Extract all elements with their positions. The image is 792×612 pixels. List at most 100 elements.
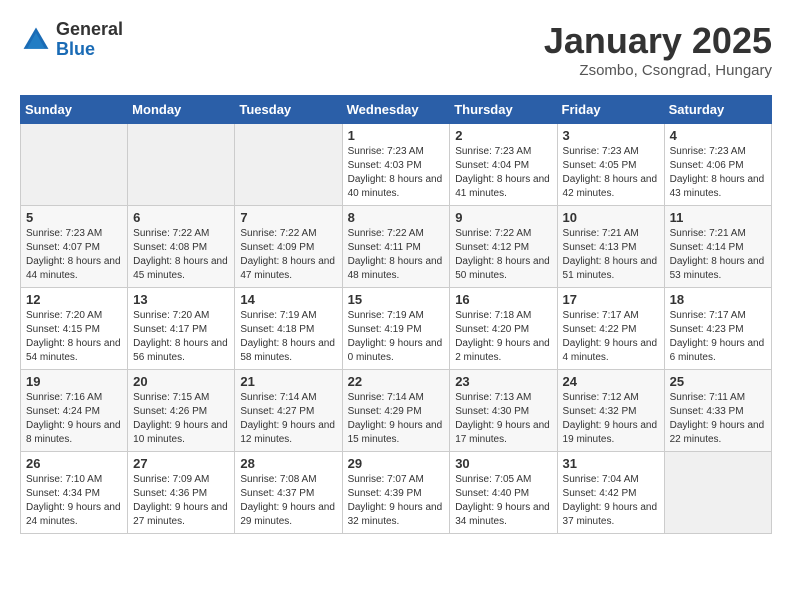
day-number: 31	[563, 456, 659, 471]
calendar-cell: 28 Sunrise: 7:08 AM Sunset: 4:37 PM Dayli…	[235, 452, 342, 534]
day-info: Sunrise: 7:23 AM Sunset: 4:05 PM Dayligh…	[563, 145, 659, 201]
weekday-header-saturday: Saturday	[664, 96, 771, 124]
day-info: Sunrise: 7:09 AM Sunset: 4:36 PM Dayligh…	[133, 473, 229, 529]
calendar-cell	[664, 452, 771, 534]
day-number: 18	[670, 292, 766, 307]
day-info: Sunrise: 7:13 AM Sunset: 4:30 PM Dayligh…	[455, 391, 551, 447]
weekday-header-friday: Friday	[557, 96, 664, 124]
day-info: Sunrise: 7:22 AM Sunset: 4:12 PM Dayligh…	[455, 227, 551, 283]
calendar-cell	[128, 124, 235, 206]
weekday-header-row: SundayMondayTuesdayWednesdayThursdayFrid…	[21, 96, 772, 124]
calendar-cell: 4 Sunrise: 7:23 AM Sunset: 4:06 PM Daylig…	[664, 124, 771, 206]
calendar-cell: 30Sunrise: 7:05 AM Sunset: 4:40 PM Dayli…	[450, 452, 557, 534]
day-number: 24	[563, 374, 659, 389]
calendar-cell: 11 Sunrise: 7:21 AM Sunset: 4:14 PM Dayli…	[664, 206, 771, 288]
calendar-cell: 21 Sunrise: 7:14 AM Sunset: 4:27 PM Dayli…	[235, 370, 342, 452]
day-number: 13	[133, 292, 229, 307]
day-number: 21	[240, 374, 336, 389]
day-info: Sunrise: 7:07 AM Sunset: 4:39 PM Dayligh…	[348, 473, 445, 529]
day-number: 2	[455, 128, 551, 143]
day-info: Sunrise: 7:08 AM Sunset: 4:37 PM Dayligh…	[240, 473, 336, 529]
page-header: General Blue January 2025 Zsombo, Csongr…	[20, 20, 772, 79]
calendar-cell: 26 Sunrise: 7:10 AM Sunset: 4:34 PM Dayli…	[21, 452, 128, 534]
day-info: Sunrise: 7:18 AM Sunset: 4:20 PM Dayligh…	[455, 309, 551, 365]
day-number: 5	[26, 210, 122, 225]
weekday-header-thursday: Thursday	[450, 96, 557, 124]
day-info: Sunrise: 7:04 AM Sunset: 4:42 PM Dayligh…	[563, 473, 659, 529]
weekday-header-sunday: Sunday	[21, 96, 128, 124]
calendar-cell: 9 Sunrise: 7:22 AM Sunset: 4:12 PM Daylig…	[450, 206, 557, 288]
weekday-header-monday: Monday	[128, 96, 235, 124]
title-block: January 2025 Zsombo, Csongrad, Hungary	[544, 20, 772, 79]
day-number: 16	[455, 292, 551, 307]
day-info: Sunrise: 7:21 AM Sunset: 4:14 PM Dayligh…	[670, 227, 766, 283]
day-number: 10	[563, 210, 659, 225]
calendar-cell: 1Sunrise: 7:23 AM Sunset: 4:03 PM Daylig…	[342, 124, 450, 206]
day-number: 14	[240, 292, 336, 307]
day-info: Sunrise: 7:16 AM Sunset: 4:24 PM Dayligh…	[26, 391, 122, 447]
day-number: 9	[455, 210, 551, 225]
calendar-cell	[21, 124, 128, 206]
day-number: 19	[26, 374, 122, 389]
calendar-body: 1Sunrise: 7:23 AM Sunset: 4:03 PM Daylig…	[21, 124, 772, 534]
calendar-cell: 16 Sunrise: 7:18 AM Sunset: 4:20 PM Dayli…	[450, 288, 557, 370]
day-number: 22	[348, 374, 445, 389]
calendar-cell: 6 Sunrise: 7:22 AM Sunset: 4:08 PM Daylig…	[128, 206, 235, 288]
day-number: 23	[455, 374, 551, 389]
calendar-cell: 31 Sunrise: 7:04 AM Sunset: 4:42 PM Dayli…	[557, 452, 664, 534]
calendar-week-row: 5 Sunrise: 7:23 AM Sunset: 4:07 PM Daylig…	[21, 206, 772, 288]
day-number: 20	[133, 374, 229, 389]
calendar-cell: 5 Sunrise: 7:23 AM Sunset: 4:07 PM Daylig…	[21, 206, 128, 288]
calendar-cell: 3Sunrise: 7:23 AM Sunset: 4:05 PM Daylig…	[557, 124, 664, 206]
day-info: Sunrise: 7:12 AM Sunset: 4:32 PM Dayligh…	[563, 391, 659, 447]
weekday-header-wednesday: Wednesday	[342, 96, 450, 124]
day-number: 6	[133, 210, 229, 225]
day-info: Sunrise: 7:11 AM Sunset: 4:33 PM Dayligh…	[670, 391, 766, 447]
day-info: Sunrise: 7:19 AM Sunset: 4:19 PM Dayligh…	[348, 309, 445, 365]
calendar-title: January 2025	[544, 20, 772, 62]
day-number: 7	[240, 210, 336, 225]
calendar-week-row: 12Sunrise: 7:20 AM Sunset: 4:15 PM Dayli…	[21, 288, 772, 370]
day-info: Sunrise: 7:22 AM Sunset: 4:08 PM Dayligh…	[133, 227, 229, 283]
calendar-header: SundayMondayTuesdayWednesdayThursdayFrid…	[21, 96, 772, 124]
calendar-cell: 17 Sunrise: 7:17 AM Sunset: 4:22 PM Dayli…	[557, 288, 664, 370]
day-info: Sunrise: 7:23 AM Sunset: 4:06 PM Dayligh…	[670, 145, 766, 201]
calendar-cell: 25 Sunrise: 7:11 AM Sunset: 4:33 PM Dayli…	[664, 370, 771, 452]
day-number: 30	[455, 456, 551, 471]
day-info: Sunrise: 7:17 AM Sunset: 4:23 PM Dayligh…	[670, 309, 766, 365]
calendar-cell: 24 Sunrise: 7:12 AM Sunset: 4:32 PM Dayli…	[557, 370, 664, 452]
day-number: 17	[563, 292, 659, 307]
calendar-week-row: 1Sunrise: 7:23 AM Sunset: 4:03 PM Daylig…	[21, 124, 772, 206]
day-number: 4	[670, 128, 766, 143]
logo-general-text: General	[56, 20, 123, 40]
logo-text: General Blue	[56, 20, 123, 60]
day-info: Sunrise: 7:22 AM Sunset: 4:09 PM Dayligh…	[240, 227, 336, 283]
calendar-cell	[235, 124, 342, 206]
day-number: 29	[348, 456, 445, 471]
day-info: Sunrise: 7:19 AM Sunset: 4:18 PM Dayligh…	[240, 309, 336, 365]
day-number: 15	[348, 292, 445, 307]
day-info: Sunrise: 7:10 AM Sunset: 4:34 PM Dayligh…	[26, 473, 122, 529]
calendar-cell: 23 Sunrise: 7:13 AM Sunset: 4:30 PM Dayli…	[450, 370, 557, 452]
day-number: 25	[670, 374, 766, 389]
day-info: Sunrise: 7:14 AM Sunset: 4:27 PM Dayligh…	[240, 391, 336, 447]
day-number: 28	[240, 456, 336, 471]
day-number: 1	[348, 128, 445, 143]
day-info: Sunrise: 7:17 AM Sunset: 4:22 PM Dayligh…	[563, 309, 659, 365]
calendar-cell: 15 Sunrise: 7:19 AM Sunset: 4:19 PM Dayli…	[342, 288, 450, 370]
calendar-cell: 8Sunrise: 7:22 AM Sunset: 4:11 PM Daylig…	[342, 206, 450, 288]
calendar-cell: 20Sunrise: 7:15 AM Sunset: 4:26 PM Dayli…	[128, 370, 235, 452]
calendar-cell: 19 Sunrise: 7:16 AM Sunset: 4:24 PM Dayli…	[21, 370, 128, 452]
day-number: 26	[26, 456, 122, 471]
day-number: 11	[670, 210, 766, 225]
calendar-cell: 18 Sunrise: 7:17 AM Sunset: 4:23 PM Dayli…	[664, 288, 771, 370]
weekday-header-tuesday: Tuesday	[235, 96, 342, 124]
day-info: Sunrise: 7:23 AM Sunset: 4:07 PM Dayligh…	[26, 227, 122, 283]
calendar-cell: 10 Sunrise: 7:21 AM Sunset: 4:13 PM Dayli…	[557, 206, 664, 288]
logo: General Blue	[20, 20, 123, 60]
calendar-cell: 14 Sunrise: 7:19 AM Sunset: 4:18 PM Dayli…	[235, 288, 342, 370]
calendar-week-row: 19 Sunrise: 7:16 AM Sunset: 4:24 PM Dayli…	[21, 370, 772, 452]
day-info: Sunrise: 7:22 AM Sunset: 4:11 PM Dayligh…	[348, 227, 445, 283]
day-info: Sunrise: 7:21 AM Sunset: 4:13 PM Dayligh…	[563, 227, 659, 283]
calendar-cell: 29 Sunrise: 7:07 AM Sunset: 4:39 PM Dayli…	[342, 452, 450, 534]
